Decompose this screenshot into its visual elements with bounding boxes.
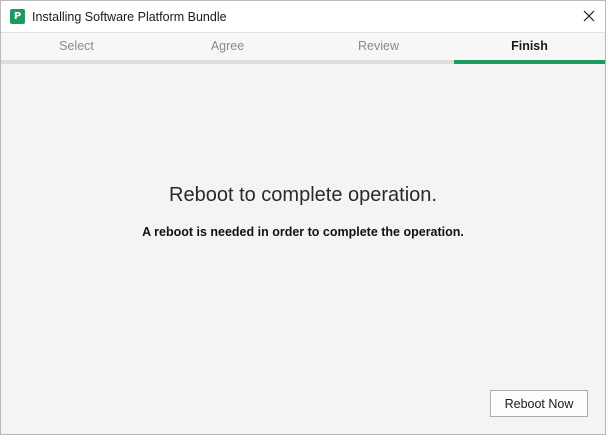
tab-review: Review xyxy=(303,33,454,64)
reboot-now-button[interactable]: Reboot Now xyxy=(490,390,588,417)
installer-window: P Installing Software Platform Bundle Se… xyxy=(0,0,606,435)
main-content: Reboot to complete operation. A reboot i… xyxy=(1,64,605,434)
window-title: Installing Software Platform Bundle xyxy=(32,10,227,24)
tab-finish: Finish xyxy=(454,33,605,64)
tab-select: Select xyxy=(1,33,152,64)
page-title: Reboot to complete operation. xyxy=(169,184,437,206)
close-button[interactable] xyxy=(575,3,603,29)
app-logo-icon: P xyxy=(10,9,25,24)
close-icon xyxy=(583,10,595,22)
tab-agree: Agree xyxy=(152,33,303,64)
title-bar[interactable]: P Installing Software Platform Bundle xyxy=(1,1,605,33)
reboot-message: A reboot is needed in order to complete … xyxy=(142,225,464,239)
step-tabs: Select Agree Review Finish xyxy=(1,33,605,64)
